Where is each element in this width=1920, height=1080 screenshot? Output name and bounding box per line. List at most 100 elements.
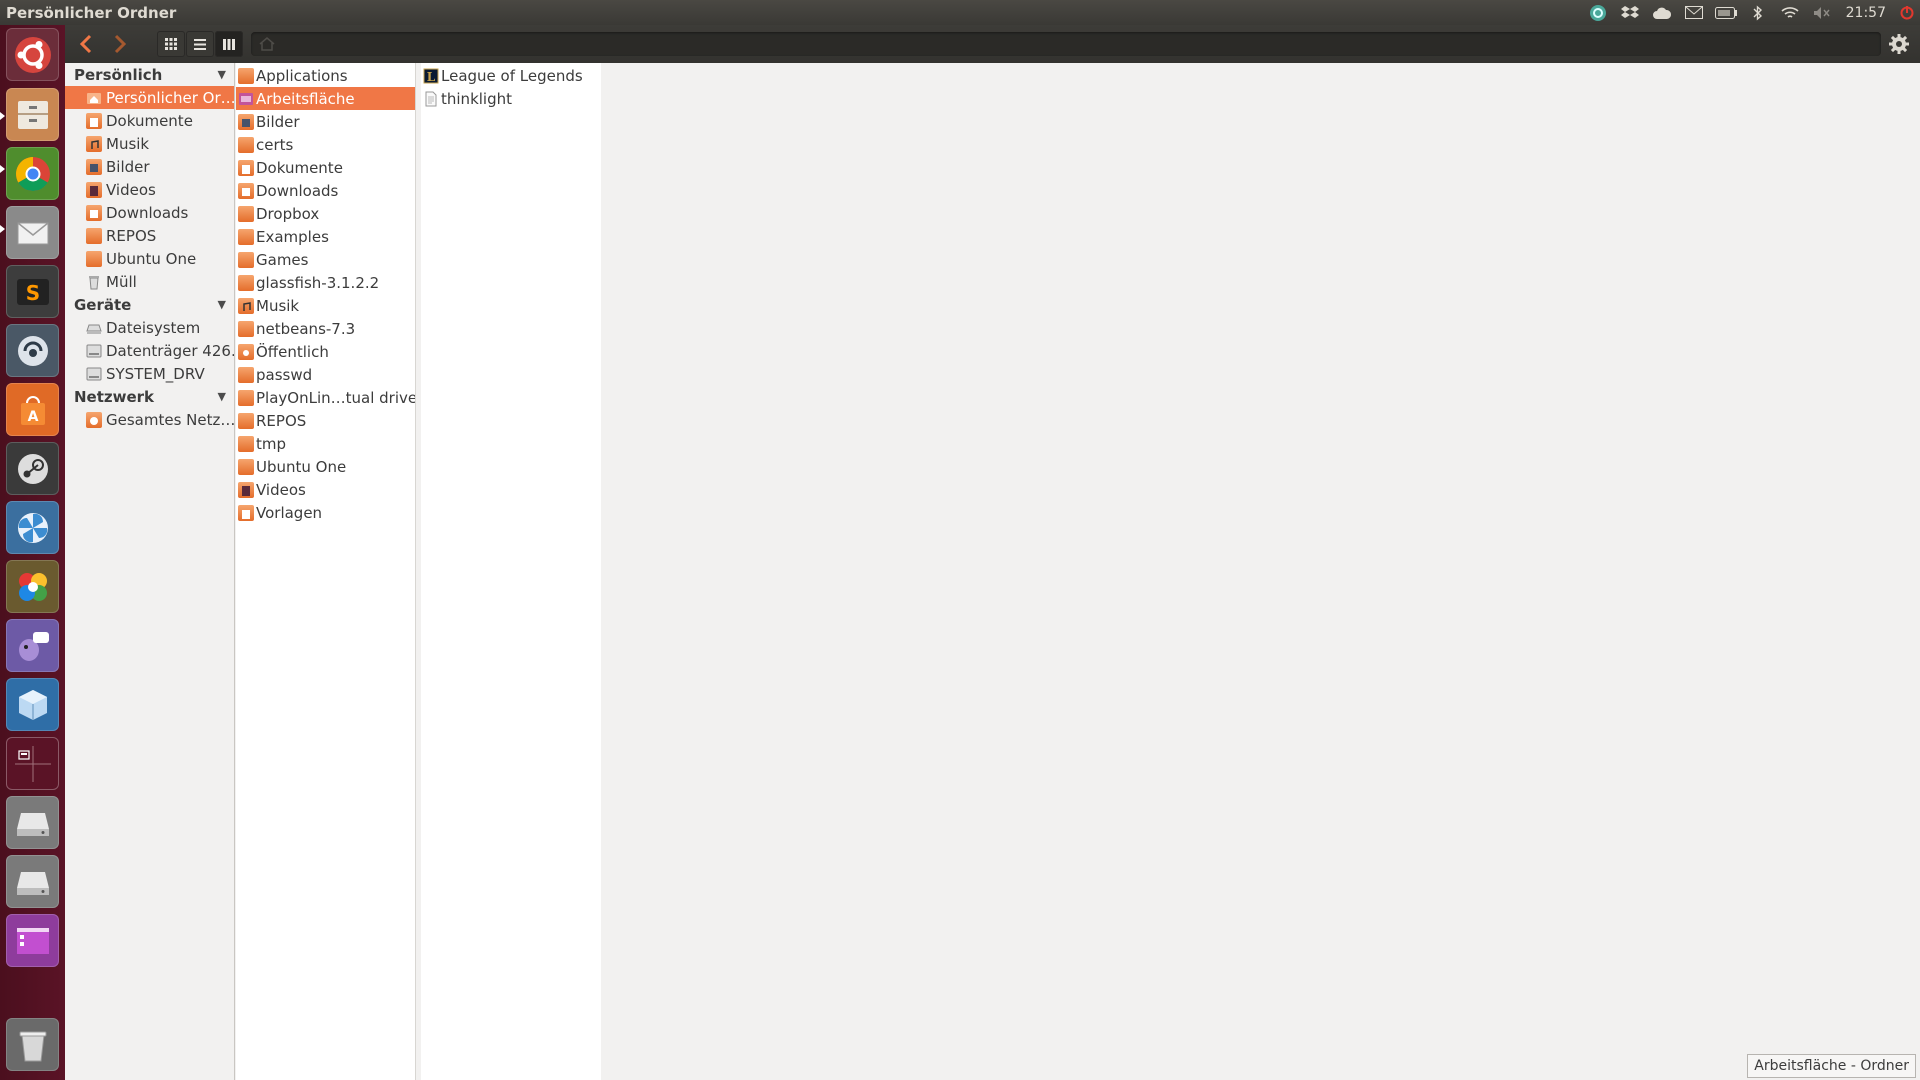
section-header-devices[interactable]: Geräte ▼ — [65, 293, 234, 316]
dropbox-icon[interactable] — [1614, 0, 1646, 25]
sidebar-item-downloads[interactable]: Downloads — [65, 201, 234, 224]
software-center-launcher-button[interactable]: A — [6, 383, 59, 436]
sidebar-item-label: SYSTEM_DRV — [106, 364, 205, 383]
file-row-oeffentlich[interactable]: Öffentlich — [236, 340, 415, 363]
drive-2-launcher-button[interactable] — [6, 855, 59, 908]
file-row-certs[interactable]: certs — [236, 133, 415, 156]
file-row-arbeitsflaeche[interactable]: Arbeitsfläche — [236, 87, 415, 110]
file-row-thinklight[interactable]: thinklight — [421, 87, 601, 110]
pidgin-launcher-button[interactable] — [6, 619, 59, 672]
mail-icon[interactable] — [1678, 0, 1710, 25]
envelope-icon — [17, 221, 48, 244]
trash-icon — [86, 274, 102, 290]
trash-launcher-button[interactable] — [6, 1018, 59, 1071]
file-row-dokumente[interactable]: Dokumente — [236, 156, 415, 179]
network-icon — [86, 411, 102, 428]
list-view-button[interactable] — [186, 31, 214, 57]
workspace-switcher-button[interactable] — [6, 737, 59, 790]
file-cabinet-icon — [17, 100, 48, 129]
collapse-triangle-icon[interactable]: ▼ — [218, 298, 226, 311]
cloud-icon[interactable] — [1646, 0, 1678, 25]
file-row-glassfish[interactable]: glassfish-3.1.2.2 — [236, 271, 415, 294]
sidebar-item-documents[interactable]: Dokumente — [65, 109, 234, 132]
teamspeak-launcher-button[interactable] — [6, 324, 59, 377]
location-bar[interactable] — [251, 32, 1881, 56]
collapse-triangle-icon[interactable]: ▼ — [218, 68, 226, 81]
desktop-window-icon — [16, 927, 49, 954]
ubuntu-one-indicator-icon[interactable] — [1582, 0, 1614, 25]
sidebar-item-trash[interactable]: Müll — [65, 270, 234, 293]
svg-text:A: A — [27, 409, 38, 425]
column-view-button[interactable] — [215, 31, 243, 57]
file-row-bilder[interactable]: Bilder — [236, 110, 415, 133]
drive-1-launcher-button[interactable] — [6, 796, 59, 849]
file-row-examples[interactable]: Examples — [236, 225, 415, 248]
desktop-app-launcher-button[interactable] — [6, 914, 59, 967]
sidebar-item-label: Datenträger 426… — [106, 341, 234, 360]
back-button[interactable] — [69, 29, 103, 59]
file-row-league-of-legends[interactable]: L League of Legends — [421, 64, 601, 87]
sidebar-item-videos[interactable]: Videos — [65, 178, 234, 201]
file-row-games[interactable]: Games — [236, 248, 415, 271]
volume-muted-icon[interactable] — [1806, 0, 1838, 25]
folder-icon — [238, 320, 254, 337]
mail-launcher-button[interactable] — [6, 206, 59, 259]
files-launcher-button[interactable] — [6, 88, 59, 141]
sidebar-item-drive-426[interactable]: Datenträger 426… — [65, 339, 234, 362]
forward-button[interactable] — [103, 29, 137, 59]
section-header-network[interactable]: Netzwerk ▼ — [65, 385, 234, 408]
icon-view-button[interactable] — [157, 31, 185, 57]
file-row-videos[interactable]: Videos — [236, 478, 415, 501]
ubuntu-dash-button[interactable] — [6, 28, 59, 81]
sidebar-item-network[interactable]: Gesamtes Netz… — [65, 408, 234, 431]
empty-column-area[interactable] — [602, 63, 1920, 1080]
sidebar-item-repos[interactable]: REPOS — [65, 224, 234, 247]
file-name: League of Legends — [441, 66, 583, 85]
text-file-icon — [423, 91, 439, 107]
section-title: Netzwerk — [74, 387, 155, 406]
sidebar-item-label: Musik — [106, 134, 150, 153]
section-header-personal[interactable]: Persönlich ▼ — [65, 63, 234, 86]
bluetooth-icon[interactable] — [1742, 0, 1774, 25]
file-row-netbeans[interactable]: netbeans-7.3 — [236, 317, 415, 340]
documents-folder-icon — [238, 159, 254, 176]
file-row-playonlinux[interactable]: PlayOnLin…tual drives — [236, 386, 415, 409]
file-row-ubuntu-one[interactable]: Ubuntu One — [236, 455, 415, 478]
picasa-launcher-button[interactable] — [6, 560, 59, 613]
sidebar-item-label: Dateisystem — [106, 318, 201, 337]
chrome-launcher-button[interactable] — [6, 147, 59, 200]
file-row-tmp[interactable]: tmp — [236, 432, 415, 455]
file-row-repos[interactable]: REPOS — [236, 409, 415, 432]
file-row-passwd[interactable]: passwd — [236, 363, 415, 386]
svg-text:S: S — [25, 281, 39, 305]
wifi-icon[interactable] — [1774, 0, 1806, 25]
home-icon[interactable] — [259, 37, 275, 51]
sidebar-item-label: Müll — [106, 272, 137, 291]
virtualbox-launcher-button[interactable] — [6, 678, 59, 731]
sidebar-item-pictures[interactable]: Bilder — [65, 155, 234, 178]
sidebar-item-music[interactable]: Musik — [65, 132, 234, 155]
battery-icon[interactable] — [1710, 0, 1742, 25]
collapse-triangle-icon[interactable]: ▼ — [218, 390, 226, 403]
file-row-downloads[interactable]: Downloads — [236, 179, 415, 202]
top-panel: Persönlicher Ordner 21:57 — [0, 0, 1920, 25]
file-row-applications[interactable]: Applications — [236, 64, 415, 87]
session-power-icon[interactable] — [1894, 0, 1920, 25]
downloads-folder-icon — [238, 182, 254, 199]
file-row-dropbox[interactable]: Dropbox — [236, 202, 415, 225]
sidebar-item-home[interactable]: Persönlicher Or… — [65, 86, 234, 109]
file-name: passwd — [256, 365, 313, 384]
file-row-vorlagen[interactable]: Vorlagen — [236, 501, 415, 524]
sublime-text-launcher-button[interactable]: S — [6, 265, 59, 318]
settings-button[interactable] — [1884, 29, 1914, 59]
browser-launcher-button[interactable] — [6, 501, 59, 554]
shopping-bag-icon: A — [20, 395, 45, 425]
sidebar-item-filesystem[interactable]: Dateisystem — [65, 316, 234, 339]
videos-folder-icon — [238, 481, 254, 498]
clock[interactable]: 21:57 — [1838, 0, 1894, 25]
sidebar-item-ubuntu-one[interactable]: Ubuntu One — [65, 247, 234, 270]
sidebar-item-system-drv[interactable]: SYSTEM_DRV — [65, 362, 234, 385]
sidebar-item-label: Bilder — [106, 157, 150, 176]
steam-launcher-button[interactable] — [6, 442, 59, 495]
file-row-musik[interactable]: Musik — [236, 294, 415, 317]
